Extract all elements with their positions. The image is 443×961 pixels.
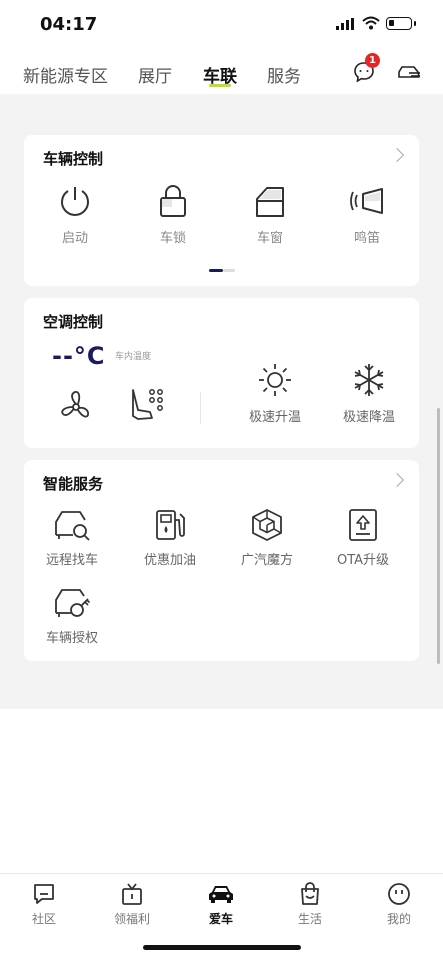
bottom-tab-me-label: 我的 [386, 912, 411, 926]
ota-upgrade-button[interactable]: OTA升级 [323, 508, 403, 568]
community-icon [34, 884, 54, 904]
start-engine-label: 启动 [61, 231, 88, 246]
snowflake-icon [354, 364, 384, 396]
wifi-icon [362, 16, 380, 30]
car-key-icon [55, 589, 91, 617]
gift-tv-icon [122, 883, 142, 905]
car-authorization-label: 车辆授权 [45, 631, 98, 646]
bottom-tab-my-car[interactable]: 爱车 [191, 882, 251, 927]
horn-label: 鸣笛 [353, 231, 380, 246]
vehicle-control-title: 车辆控制 [43, 150, 104, 168]
vehicle-control-card: 车辆控制 启动 车锁 车窗 鸣笛 [24, 135, 419, 286]
cabin-temperature: --°C [52, 342, 106, 370]
power-icon [61, 187, 89, 216]
window-icon [256, 187, 284, 217]
bottom-tab-community[interactable]: 社区 [14, 882, 74, 927]
seat-heat-icon[interactable] [128, 386, 166, 424]
fan-icon[interactable] [58, 389, 94, 425]
bottom-tab-life-label: 生活 [297, 912, 322, 926]
fuel-discount-button[interactable]: 优惠加油 [130, 508, 210, 568]
cabin-temperature-caption: 车内温度 [115, 352, 152, 362]
quick-heat-button[interactable]: 极速升温 [235, 362, 315, 425]
car-outline-icon[interactable] [396, 60, 422, 84]
scrollbar[interactable] [437, 408, 440, 664]
lock-button[interactable]: 车锁 [133, 183, 213, 246]
tab-showroom[interactable]: 展厅 [138, 62, 172, 87]
car-filled-icon [209, 886, 233, 903]
content-area: 车辆控制 启动 车锁 车窗 鸣笛 空调控制 --°C 车内温度 极速升温 极速降… [0, 94, 443, 709]
quick-heat-label: 极速升温 [248, 410, 301, 425]
bottom-tab-my-car-label: 爱车 [208, 912, 233, 926]
bottom-tab-welfare-label: 领福利 [113, 912, 150, 926]
bottom-tab-me[interactable]: 我的 [369, 882, 429, 927]
sun-icon [259, 364, 291, 396]
bottom-tab-welfare[interactable]: 领福利 [102, 882, 162, 927]
gac-cube-label: 广汽魔方 [240, 553, 293, 568]
ac-control-title: 空调控制 [43, 313, 104, 331]
face-icon [388, 883, 410, 905]
ota-upgrade-icon [349, 509, 377, 541]
message-badge: 1 [365, 53, 380, 68]
smart-services-title: 智能服务 [43, 475, 104, 493]
gac-cube-button[interactable]: 广汽魔方 [227, 508, 307, 568]
lock-label: 车锁 [159, 231, 186, 246]
window-label: 车窗 [256, 231, 283, 246]
fuel-icon [156, 510, 185, 540]
fuel-discount-label: 优惠加油 [143, 553, 196, 568]
quick-cool-button[interactable]: 极速降温 [329, 362, 409, 425]
ota-upgrade-label: OTA升级 [336, 553, 390, 568]
chevron-right-icon[interactable] [389, 147, 405, 163]
cellular-signal-icon [336, 18, 354, 30]
shopping-bag-icon [301, 882, 319, 905]
home-indicator[interactable] [143, 945, 301, 950]
tab-service[interactable]: 服务 [267, 62, 301, 87]
active-tab-indicator [209, 84, 231, 87]
battery-icon [386, 17, 416, 30]
window-button[interactable]: 车窗 [230, 183, 310, 246]
bottom-tab-life[interactable]: 生活 [280, 882, 340, 927]
ac-control-card: 空调控制 --°C 车内温度 极速升温 极速降温 [24, 298, 419, 448]
page-indicator [209, 269, 235, 288]
chevron-right-icon[interactable] [389, 472, 405, 488]
find-car-button[interactable]: 远程找车 [32, 508, 112, 568]
horn-icon [350, 188, 383, 214]
bottom-tab-community-label: 社区 [31, 912, 56, 926]
find-car-icon [55, 511, 90, 541]
car-authorization-button[interactable]: 车辆授权 [32, 586, 112, 646]
quick-cool-label: 极速降温 [342, 410, 395, 425]
cube-icon [252, 509, 282, 541]
find-car-label: 远程找车 [45, 553, 98, 568]
lock-icon [160, 185, 186, 217]
smart-services-card: 智能服务 远程找车 优惠加油 广汽魔方 OTA升级 车辆授权 [24, 460, 419, 661]
tab-new-energy[interactable]: 新能源专区 [23, 62, 108, 87]
status-bar: 04:17 [0, 0, 443, 50]
horn-button[interactable]: 鸣笛 [327, 183, 407, 246]
start-engine-button[interactable]: 启动 [35, 183, 115, 246]
divider [200, 392, 201, 424]
status-time: 04:17 [40, 14, 98, 35]
